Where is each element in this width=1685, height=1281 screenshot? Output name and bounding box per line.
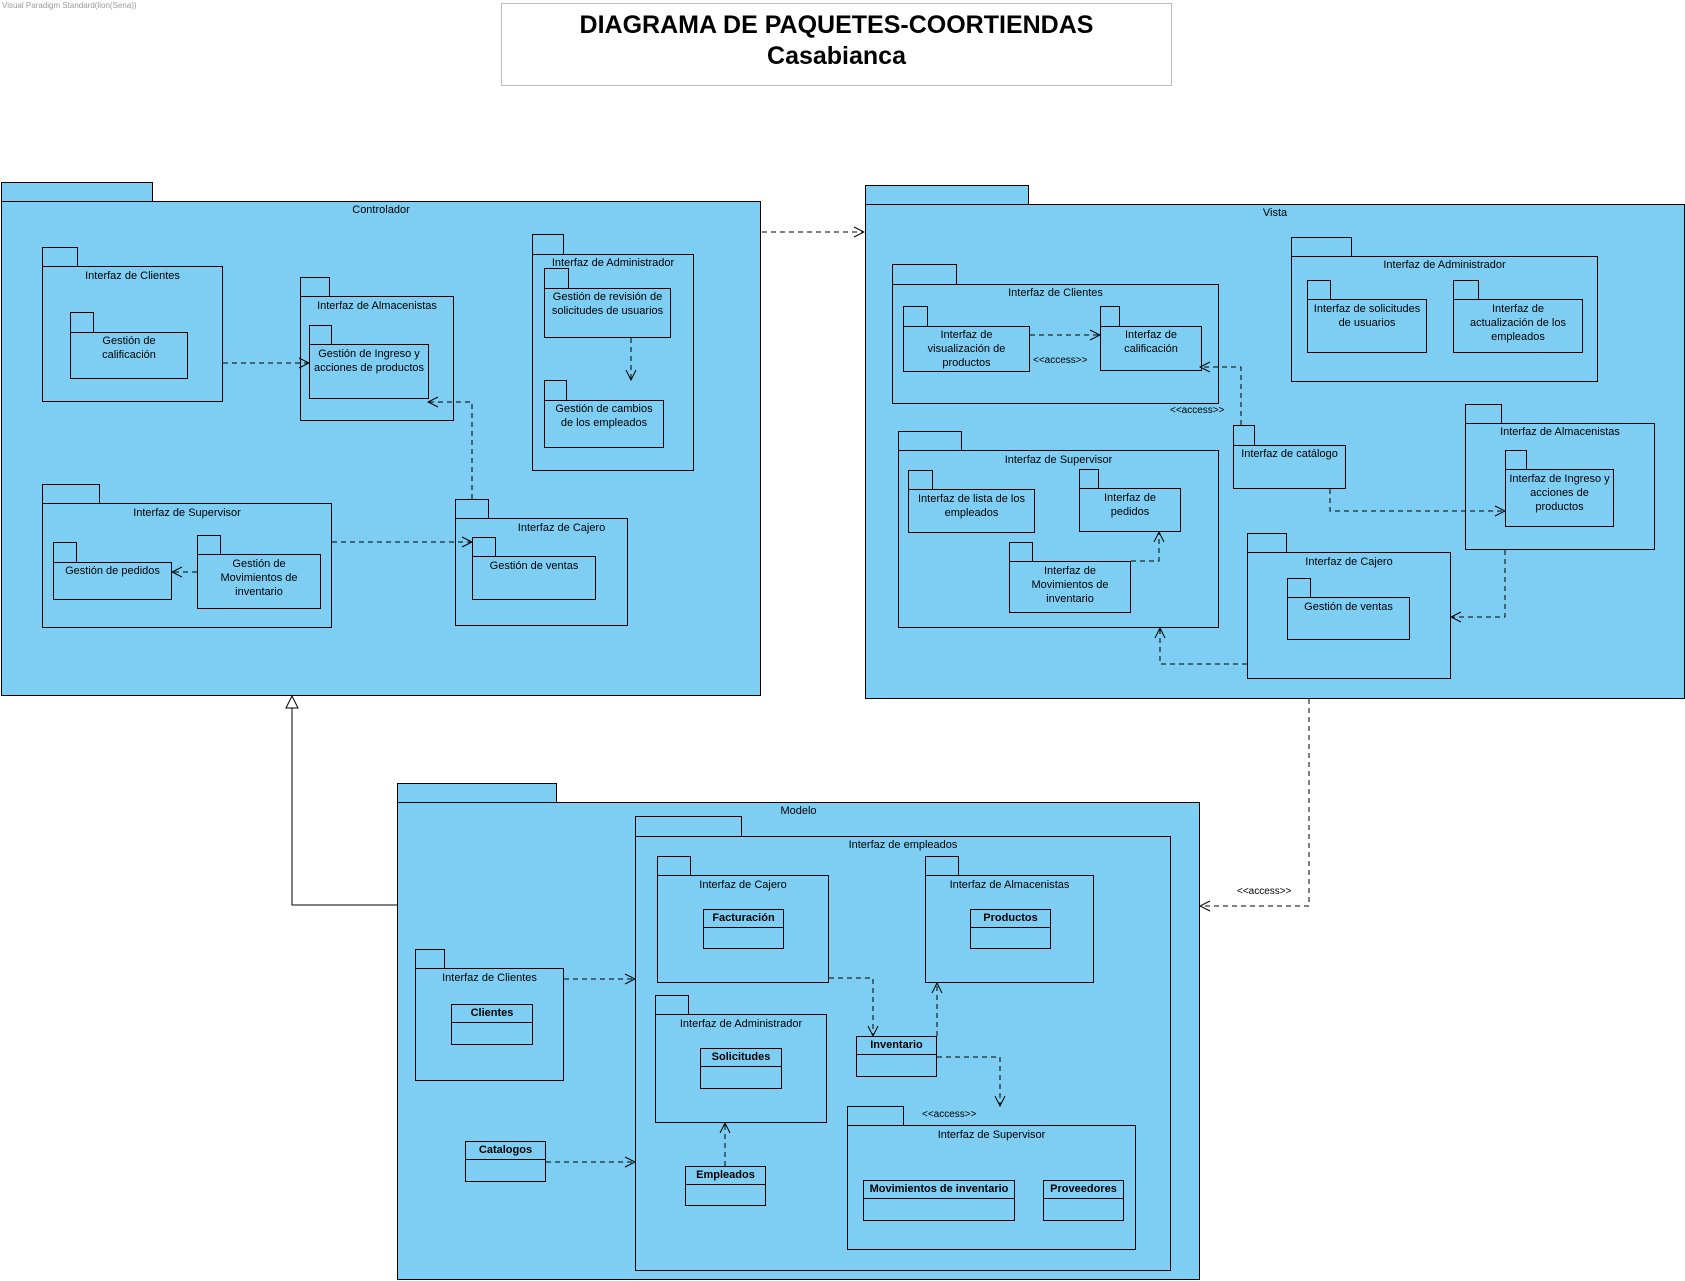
dependency-links — [0, 0, 1685, 1281]
dep-vista-movimientos-pedidos — [1131, 532, 1159, 562]
dep-modelo-cajero-inventario — [829, 977, 873, 1036]
generalization-arrowhead — [285, 694, 299, 709]
generalization-modelo-controlador — [291, 708, 397, 906]
stereotype-access-2: <<access>> — [1170, 405, 1225, 416]
dep-vista-cajero-supervisor — [1160, 628, 1247, 665]
dep-modelo-inventario-supervisor — [937, 1056, 1000, 1106]
stereotype-access-4: <<access>> — [922, 1109, 977, 1120]
dep-vista-catalogo-ingreso — [1329, 489, 1505, 511]
dep-vista-modelo — [1200, 699, 1310, 906]
stereotype-access-3: <<access>> — [1237, 886, 1292, 897]
dep-vista-catalogo-clientes — [1200, 367, 1242, 425]
stereotype-access-1: <<access>> — [1033, 355, 1088, 366]
dep-ctrl-cajero-almacenistas — [428, 402, 473, 499]
dep-vista-almacenistas-cajero — [1451, 550, 1506, 617]
